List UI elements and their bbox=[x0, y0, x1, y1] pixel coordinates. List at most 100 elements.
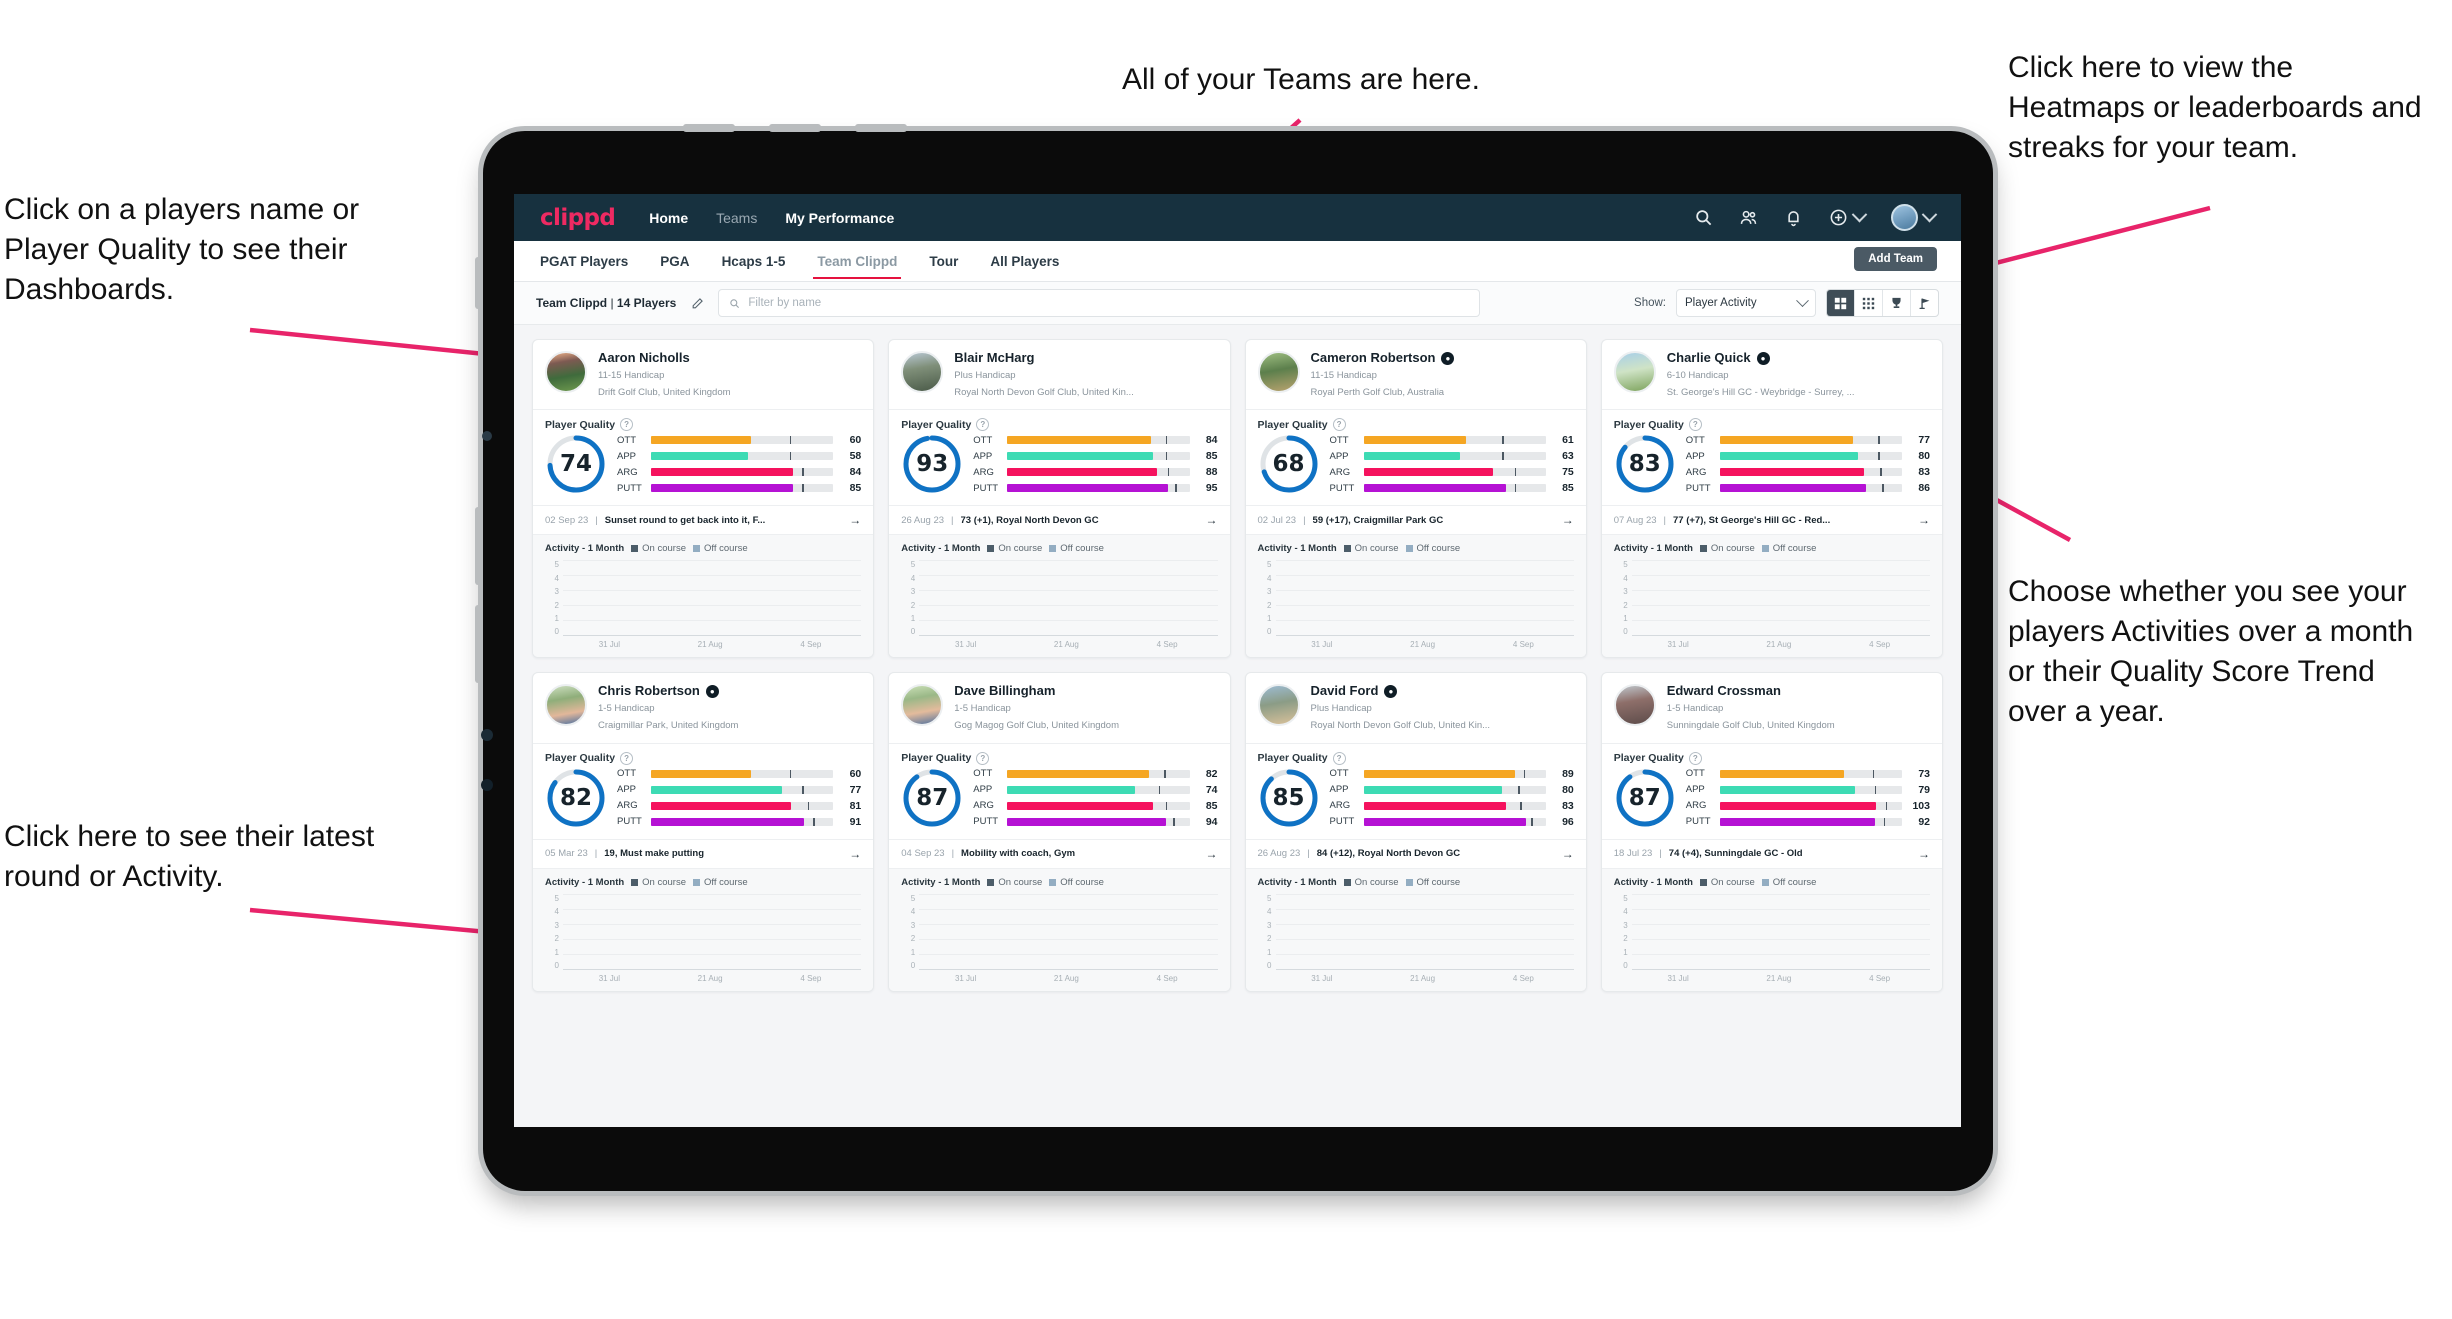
player-card[interactable]: Cameron Robertson ● 11-15 Handicap Royal… bbox=[1244, 339, 1587, 659]
bell-icon[interactable] bbox=[1784, 208, 1803, 227]
help-icon[interactable]: ? bbox=[620, 418, 634, 432]
tab-all-players[interactable]: All Players bbox=[990, 244, 1059, 278]
latest-round-row[interactable]: 26 Aug 23 | 84 (+12), Royal North Devon … bbox=[1245, 838, 1586, 868]
nav-link-teams[interactable]: Teams bbox=[716, 210, 757, 226]
metric-label: APP bbox=[1329, 450, 1349, 462]
arrow-right-icon[interactable]: → bbox=[1198, 847, 1218, 861]
help-icon[interactable]: ? bbox=[1688, 751, 1702, 765]
help-icon[interactable]: ? bbox=[1332, 418, 1346, 432]
avatar[interactable] bbox=[1257, 684, 1300, 727]
player-header[interactable]: Blair McHarg Plus Handicap Royal North D… bbox=[889, 340, 1229, 409]
help-icon[interactable]: ? bbox=[976, 751, 990, 765]
player-header[interactable]: David Ford ● Plus Handicap Royal North D… bbox=[1246, 673, 1586, 742]
player-quality-section[interactable]: Player Quality ? 74 OTT 60 APP 58 ARG 84… bbox=[533, 409, 874, 505]
add-team-button[interactable]: Add Team bbox=[1854, 247, 1937, 271]
profile-menu[interactable] bbox=[1891, 204, 1938, 231]
tab-tour[interactable]: Tour bbox=[929, 244, 958, 278]
tab-pga[interactable]: PGA bbox=[660, 244, 689, 278]
player-name[interactable]: Blair McHarg bbox=[954, 350, 1134, 366]
player-card[interactable]: Charlie Quick ● 6-10 Handicap St. George… bbox=[1600, 339, 1943, 659]
nav-link-my-performance[interactable]: My Performance bbox=[785, 210, 894, 226]
player-header[interactable]: Cameron Robertson ● 11-15 Handicap Royal… bbox=[1246, 340, 1586, 409]
player-name[interactable]: Charlie Quick ● bbox=[1667, 350, 1855, 366]
tab-pgat-players[interactable]: PGAT Players bbox=[540, 244, 628, 278]
plus-circle-icon[interactable] bbox=[1829, 208, 1848, 227]
player-name[interactable]: Cameron Robertson ● bbox=[1311, 350, 1455, 366]
arrow-right-icon[interactable]: → bbox=[1910, 513, 1930, 527]
latest-round-row[interactable]: 26 Aug 23 | 73 (+1), Royal North Devon G… bbox=[889, 505, 1230, 534]
metric-bars: OTT 73 APP 79 ARG 103 PUTT 92 bbox=[1686, 768, 1930, 828]
latest-round-row[interactable]: 18 Jul 23 | 74 (+4), Sunningdale GC - Ol… bbox=[1601, 838, 1942, 868]
avatar[interactable] bbox=[901, 684, 944, 727]
chevron-down-icon[interactable] bbox=[1921, 206, 1938, 223]
avatar[interactable] bbox=[1257, 351, 1300, 393]
player-quality-section[interactable]: Player Quality ? 87 OTT 73 APP 79 ARG 10… bbox=[1601, 742, 1942, 839]
player-card[interactable]: David Ford ● Plus Handicap Royal North D… bbox=[1244, 672, 1587, 992]
avatar[interactable] bbox=[1891, 204, 1918, 231]
metric-bar bbox=[1363, 785, 1546, 794]
tab-team-clippd[interactable]: Team Clippd bbox=[813, 244, 902, 279]
help-icon[interactable]: ? bbox=[620, 751, 634, 765]
search-icon[interactable] bbox=[1694, 208, 1713, 227]
player-quality-title: Player Quality ? bbox=[1614, 751, 1930, 765]
player-card[interactable]: Blair McHarg Plus Handicap Royal North D… bbox=[888, 339, 1231, 659]
view-toggle-grid-large[interactable] bbox=[1827, 290, 1855, 316]
metric-label: ARG bbox=[973, 800, 994, 812]
tab-hcaps-1-5[interactable]: Hcaps 1-5 bbox=[722, 244, 786, 278]
view-toggle-grid-small[interactable] bbox=[1855, 290, 1883, 316]
help-icon[interactable]: ? bbox=[1688, 418, 1702, 432]
player-card[interactable]: Edward Crossman 1-5 Handicap Sunningdale… bbox=[1600, 672, 1943, 992]
arrow-right-icon[interactable]: → bbox=[1910, 847, 1930, 861]
view-toggle-heatmap[interactable] bbox=[1911, 290, 1938, 316]
search-input[interactable]: Filter by name bbox=[718, 289, 1481, 317]
chart-x-axis: 31 Jul 21 Aug 4 Sep bbox=[1667, 640, 1891, 650]
player-card[interactable]: Aaron Nicholls 11-15 Handicap Drift Golf… bbox=[532, 339, 875, 659]
nav-link-home[interactable]: Home bbox=[649, 210, 688, 226]
player-header[interactable]: Charlie Quick ● 6-10 Handicap St. George… bbox=[1602, 340, 1942, 409]
player-quality-section[interactable]: Player Quality ? 68 OTT 61 APP 63 ARG 75… bbox=[1245, 409, 1586, 505]
player-name[interactable]: Dave Billingham bbox=[954, 684, 1119, 699]
latest-round-row[interactable]: 02 Jul 23 | 59 (+17), Craigmillar Park G… bbox=[1245, 505, 1586, 534]
player-name[interactable]: Chris Robertson ● bbox=[598, 684, 738, 699]
help-icon[interactable]: ? bbox=[1332, 751, 1346, 765]
arrow-right-icon[interactable]: → bbox=[1198, 513, 1218, 527]
view-toggle-leaderboard[interactable] bbox=[1883, 290, 1911, 316]
avatar[interactable] bbox=[545, 684, 587, 727]
player-quality-section[interactable]: Player Quality ? 83 OTT 77 APP 80 ARG 83… bbox=[1601, 409, 1942, 505]
people-icon[interactable] bbox=[1739, 208, 1758, 227]
player-quality-section[interactable]: Player Quality ? 85 OTT 89 APP 80 ARG 83… bbox=[1245, 742, 1586, 839]
avatar[interactable] bbox=[1613, 684, 1656, 727]
metric-bar bbox=[1719, 468, 1902, 477]
player-header[interactable]: Dave Billingham 1-5 Handicap Gog Magog G… bbox=[889, 673, 1229, 742]
player-quality-section[interactable]: Player Quality ? 93 OTT 84 APP 85 ARG 88… bbox=[889, 409, 1230, 505]
arrow-right-icon[interactable]: → bbox=[841, 513, 861, 527]
latest-round-row[interactable]: 02 Sep 23 | Sunset round to get back int… bbox=[533, 505, 874, 534]
player-name[interactable]: Edward Crossman bbox=[1667, 684, 1835, 699]
pencil-icon[interactable] bbox=[686, 292, 708, 314]
player-header[interactable]: Chris Robertson ● 1-5 Handicap Craigmill… bbox=[533, 673, 873, 742]
arrow-right-icon[interactable]: → bbox=[1554, 847, 1574, 861]
show-select[interactable]: Player Activity bbox=[1676, 289, 1816, 317]
player-card[interactable]: Dave Billingham 1-5 Handicap Gog Magog G… bbox=[888, 672, 1231, 992]
player-name[interactable]: David Ford ● bbox=[1311, 684, 1491, 699]
arrow-right-icon[interactable]: → bbox=[841, 847, 861, 861]
avatar[interactable] bbox=[901, 351, 944, 393]
latest-round-row[interactable]: 05 Mar 23 | 19, Must make putting → bbox=[533, 838, 874, 868]
latest-round-row[interactable]: 07 Aug 23 | 77 (+7), St George's Hill GC… bbox=[1601, 505, 1942, 534]
chevron-down-icon[interactable] bbox=[1851, 206, 1868, 223]
player-name[interactable]: Aaron Nicholls bbox=[598, 350, 731, 366]
player-header[interactable]: Edward Crossman 1-5 Handicap Sunningdale… bbox=[1602, 673, 1942, 742]
latest-round-row[interactable]: 04 Sep 23 | Mobility with coach, Gym → bbox=[889, 838, 1230, 868]
player-quality-section[interactable]: Player Quality ? 87 OTT 82 APP 74 ARG 85… bbox=[889, 742, 1230, 839]
avatar[interactable] bbox=[1613, 351, 1656, 393]
player-card[interactable]: Chris Robertson ● 1-5 Handicap Craigmill… bbox=[532, 672, 875, 992]
arrow-right-icon[interactable]: → bbox=[1554, 513, 1574, 527]
metric-row: OTT 61 bbox=[1330, 434, 1574, 446]
avatar[interactable] bbox=[545, 351, 587, 393]
add-menu[interactable] bbox=[1829, 206, 1868, 227]
player-quality-section[interactable]: Player Quality ? 82 OTT 60 APP 77 ARG 81… bbox=[533, 742, 874, 839]
legend-on-course: On course bbox=[631, 877, 686, 888]
player-header[interactable]: Aaron Nicholls 11-15 Handicap Drift Golf… bbox=[533, 340, 873, 409]
help-icon[interactable]: ? bbox=[976, 418, 990, 432]
brand-logo[interactable]: clippd bbox=[540, 205, 616, 231]
